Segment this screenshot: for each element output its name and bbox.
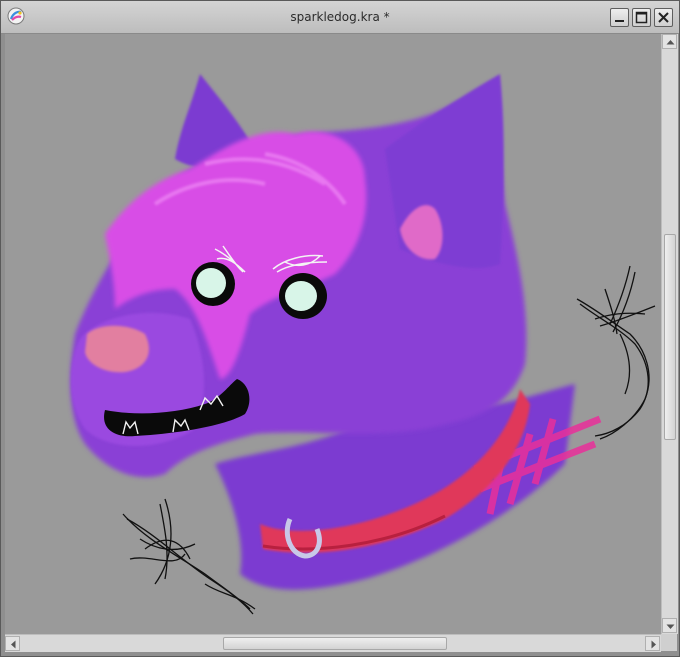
scroll-up-button[interactable] (662, 34, 677, 49)
arrow-down-icon (666, 624, 675, 629)
scroll-right-button[interactable] (645, 636, 660, 651)
maximize-button[interactable] (632, 8, 651, 27)
left-eye (191, 262, 235, 306)
arrow-left-icon (11, 640, 16, 649)
scrollbar-corner (661, 634, 677, 651)
arrow-right-icon (651, 640, 656, 649)
scroll-down-button[interactable] (662, 618, 677, 633)
title-bar[interactable]: sparkledog.kra * (1, 1, 679, 34)
close-button[interactable] (654, 8, 673, 27)
right-scribble (576, 265, 656, 440)
vertical-scroll-thumb[interactable] (664, 234, 676, 440)
drawing-canvas[interactable] (5, 34, 661, 634)
vertical-scrollbar[interactable] (661, 34, 678, 634)
scroll-left-button[interactable] (5, 636, 20, 651)
arrow-up-icon (666, 40, 675, 45)
minimize-button[interactable] (610, 8, 629, 27)
left-scribble (122, 498, 256, 615)
horizontal-scroll-thumb[interactable] (223, 637, 447, 650)
window-title: sparkledog.kra * (290, 10, 390, 24)
minimize-icon (615, 20, 624, 22)
horizontal-scrollbar[interactable] (5, 634, 661, 652)
close-icon (658, 12, 669, 23)
right-eye (279, 273, 327, 319)
sparkle-dog-artwork (70, 74, 656, 615)
maximize-icon (635, 11, 648, 24)
document-window: sparkledog.kra * (0, 0, 680, 657)
right-ear (385, 74, 504, 269)
